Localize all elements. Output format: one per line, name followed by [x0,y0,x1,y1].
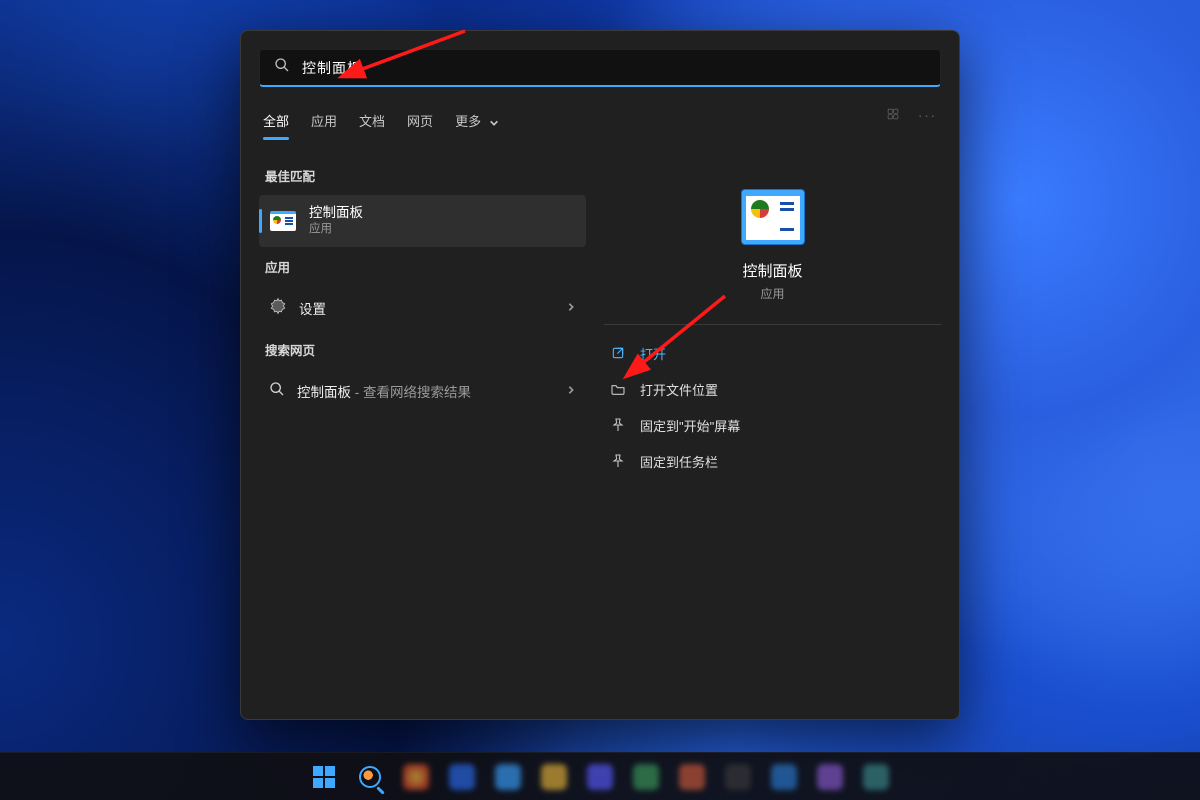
result-label: 控制面板 - 查看网络搜索结果 [297,381,471,401]
section-search-web: 搜索网页 [259,330,586,369]
taskbar-app[interactable] [442,757,482,797]
feedback-icon[interactable] [886,107,900,124]
result-label: 设置 [299,298,326,318]
action-pin-to-taskbar[interactable]: 固定到任务栏 [604,443,941,479]
start-search-panel: 控制面板 全部 应用 文档 网页 更多 ··· 最佳匹配 控制面板 应用 [240,30,960,720]
result-subtitle: 应用 [309,222,363,236]
taskbar-app[interactable] [534,757,574,797]
taskbar-search-button[interactable] [350,757,390,797]
start-button[interactable] [304,757,344,797]
tab-apps[interactable]: 应用 [311,105,337,140]
result-settings[interactable]: 设置 [259,286,586,330]
tab-more[interactable]: 更多 [455,105,499,140]
control-panel-icon [269,207,297,235]
control-panel-icon [742,190,804,244]
taskbar-app[interactable] [488,757,528,797]
chevron-right-icon [566,382,576,400]
chevron-down-icon [489,118,499,128]
preview-subtitle: 应用 [604,285,941,302]
preview-title: 控制面板 [604,260,941,281]
search-query-text: 控制面板 [302,58,362,78]
taskbar-app[interactable] [672,757,712,797]
action-open-file-location[interactable]: 打开文件位置 [604,371,941,407]
divider [604,324,941,325]
open-icon [610,345,626,361]
action-open[interactable]: 打开 [604,335,941,371]
search-input[interactable]: 控制面板 [259,49,941,87]
section-best-match: 最佳匹配 [259,156,586,195]
search-icon [274,57,290,78]
taskbar [0,752,1200,800]
tab-documents[interactable]: 文档 [359,105,385,140]
taskbar-app[interactable] [718,757,758,797]
gear-icon [269,297,287,320]
result-web-search[interactable]: 控制面板 - 查看网络搜索结果 [259,369,586,413]
chevron-right-icon [566,299,576,317]
pin-icon [610,453,626,469]
pin-icon [610,417,626,433]
result-control-panel[interactable]: 控制面板 应用 [259,195,586,247]
taskbar-app[interactable] [580,757,620,797]
section-apps: 应用 [259,247,586,286]
search-icon [359,766,381,788]
result-title: 控制面板 [309,205,363,222]
more-options-icon[interactable]: ··· [918,108,937,123]
folder-icon [610,381,626,397]
search-icon [269,381,285,402]
taskbar-app[interactable] [396,757,436,797]
results-column: 最佳匹配 控制面板 应用 应用 设置 搜索网页 [241,150,586,719]
taskbar-app[interactable] [856,757,896,797]
action-pin-to-start[interactable]: 固定到"开始"屏幕 [604,407,941,443]
taskbar-app[interactable] [810,757,850,797]
taskbar-app[interactable] [764,757,804,797]
search-scope-tabs: 全部 应用 文档 网页 更多 ··· [241,95,959,140]
taskbar-app[interactable] [626,757,666,797]
tab-all[interactable]: 全部 [263,105,289,140]
preview-column: 控制面板 应用 打开 打开文件位置 固定到"开始"屏幕 固定到任务栏 [586,150,959,719]
windows-logo-icon [313,766,335,788]
tab-web[interactable]: 网页 [407,105,433,140]
